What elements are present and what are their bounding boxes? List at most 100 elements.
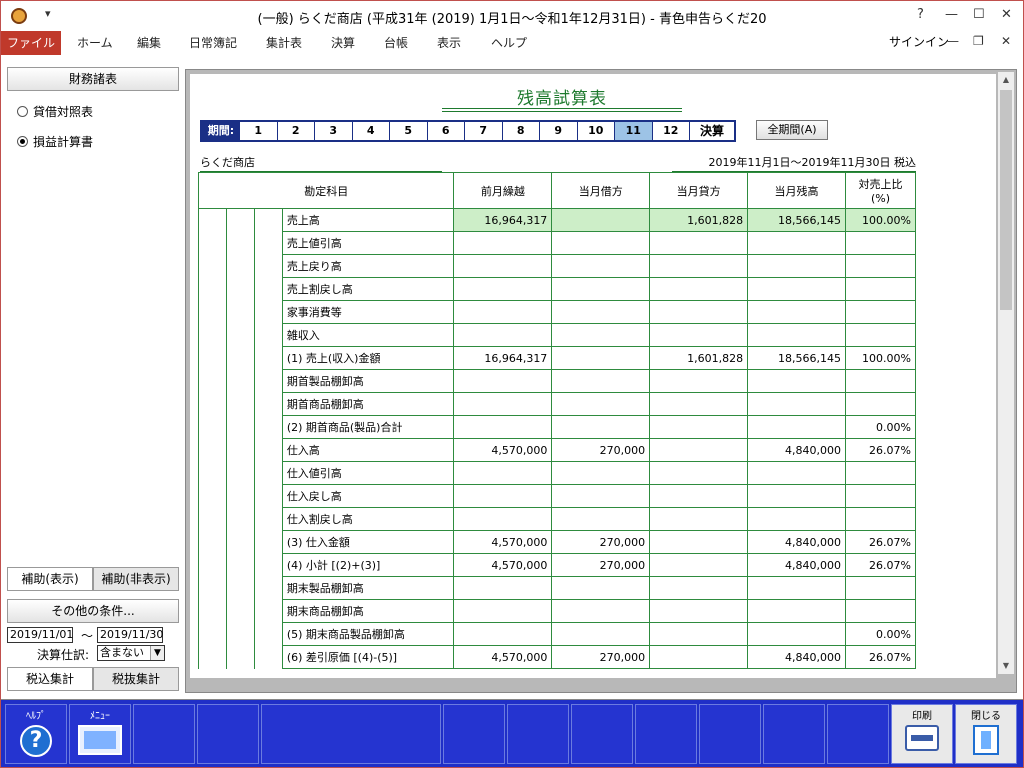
date-to-input[interactable]: 2019/11/30 bbox=[97, 627, 163, 643]
date-from-input[interactable]: 2019/11/01 bbox=[7, 627, 73, 643]
function-key-6[interactable] bbox=[443, 704, 505, 764]
restore-button[interactable]: ❐ bbox=[973, 34, 984, 48]
table-row[interactable]: 売上割戻し高 bbox=[198, 277, 917, 301]
table-row[interactable]: 仕入値引高 bbox=[198, 461, 917, 485]
menu-file[interactable]: ファイル bbox=[1, 31, 61, 55]
help-button[interactable]: ﾍﾙﾌﾟ ? bbox=[5, 704, 67, 764]
close-window-button[interactable]: 閉じる bbox=[955, 704, 1017, 764]
scroll-thumb[interactable] bbox=[1000, 90, 1012, 310]
menu-edit[interactable]: 編集 bbox=[137, 31, 161, 55]
vertical-scrollbar[interactable]: ▲ ▼ bbox=[998, 72, 1014, 674]
menu-settlement[interactable]: 決算 bbox=[331, 31, 355, 55]
table-row[interactable]: 仕入高 4,570,000 270,000 4,840,000 26.07% bbox=[198, 438, 917, 462]
tab-sub-hide[interactable]: 補助(非表示) bbox=[93, 567, 179, 591]
table-row[interactable]: (4) 小計 [(2)+(3)] 4,570,000 270,000 4,840,00… bbox=[198, 553, 917, 577]
chevron-down-icon[interactable]: ▼ bbox=[150, 646, 164, 660]
ribbon-minimize-button[interactable]: — bbox=[947, 34, 959, 48]
tree-indent bbox=[253, 254, 283, 278]
menu-bar: ファイル ホーム 編集 日常簿記 集計表 決算 台帳 表示 ヘルプ サインイン … bbox=[1, 31, 1023, 55]
menu-help[interactable]: ヘルプ bbox=[491, 31, 527, 55]
period-2[interactable]: 2 bbox=[278, 122, 315, 140]
company-name: らくだ商店 bbox=[200, 154, 442, 172]
table-row[interactable]: (2) 期首商品(製品)合計 0.00% bbox=[198, 415, 917, 439]
tree-indent bbox=[253, 392, 283, 416]
menu-button[interactable]: ﾒﾆｭｰ bbox=[69, 704, 131, 764]
table-row[interactable]: 期首製品棚卸高 bbox=[198, 369, 917, 393]
table-row[interactable]: 仕入戻し高 bbox=[198, 484, 917, 508]
table-row[interactable]: 雑収入 bbox=[198, 323, 917, 347]
table-row[interactable]: (5) 期末商品製品棚卸高 0.00% bbox=[198, 622, 917, 646]
function-key-9[interactable] bbox=[635, 704, 697, 764]
scroll-up-icon[interactable]: ▲ bbox=[998, 72, 1014, 88]
table-row[interactable]: 期末商品棚卸高 bbox=[198, 599, 917, 623]
table-row[interactable]: 家事消費等 bbox=[198, 300, 917, 324]
cell-ratio: 26.07% bbox=[844, 553, 917, 577]
menu-reports[interactable]: 集計表 bbox=[266, 31, 302, 55]
tax-inclusive-button[interactable]: 税込集計 bbox=[7, 667, 93, 691]
period-6[interactable]: 6 bbox=[428, 122, 465, 140]
menu-daily-bookkeeping[interactable]: 日常簿記 bbox=[189, 31, 237, 55]
period-11[interactable]: 11 bbox=[615, 122, 653, 140]
table-row[interactable]: 期末製品棚卸高 bbox=[198, 576, 917, 600]
maximize-button[interactable]: ☐ bbox=[973, 7, 985, 22]
period-10[interactable]: 10 bbox=[578, 122, 615, 140]
settlement-entries-select[interactable]: 含まない ▼ bbox=[97, 645, 165, 661]
function-key-10[interactable] bbox=[699, 704, 761, 764]
other-conditions-button[interactable]: その他の条件... bbox=[7, 599, 179, 623]
doc-close-button[interactable]: ✕ bbox=[1001, 34, 1011, 48]
account-name: (1) 売上(収入)金額 bbox=[281, 346, 455, 370]
period-4[interactable]: 4 bbox=[353, 122, 390, 140]
tree-indent bbox=[198, 530, 227, 554]
cell-prev: 4,570,000 bbox=[453, 553, 553, 577]
radio-income-statement[interactable]: 損益計算書 bbox=[17, 133, 93, 150]
print-button[interactable]: 印刷 bbox=[891, 704, 953, 764]
cell-prev bbox=[453, 599, 553, 623]
table-row[interactable]: 売上値引高 bbox=[198, 231, 917, 255]
tax-exclusive-button[interactable]: 税抜集計 bbox=[93, 667, 179, 691]
function-key-8[interactable] bbox=[571, 704, 633, 764]
period-12[interactable]: 12 bbox=[653, 122, 690, 140]
tree-indent bbox=[253, 438, 283, 462]
all-period-button[interactable]: 全期間(A) bbox=[756, 120, 828, 140]
menu-ledger[interactable]: 台帳 bbox=[384, 31, 408, 55]
minimize-button[interactable]: — bbox=[945, 7, 958, 22]
col-account: 勘定科目 bbox=[197, 172, 455, 209]
cell-balance bbox=[747, 576, 846, 600]
tree-indent bbox=[225, 254, 255, 278]
tab-sub-show[interactable]: 補助(表示) bbox=[7, 567, 93, 591]
table-row[interactable]: 売上戻り高 bbox=[198, 254, 917, 278]
table-row[interactable]: (1) 売上(収入)金額 16,964,317 1,601,828 18,566,14… bbox=[198, 346, 917, 370]
left-panel: 財務諸表 貸借対照表 損益計算書 補助(表示) 補助(非表示) その他の条件..… bbox=[3, 61, 183, 695]
table-row[interactable]: 仕入割戻し高 bbox=[198, 507, 917, 531]
period-5[interactable]: 5 bbox=[390, 122, 428, 140]
tree-indent bbox=[198, 323, 227, 347]
table-row[interactable]: 売上高 16,964,317 1,601,828 18,566,145 100.00% bbox=[198, 208, 917, 232]
help-icon[interactable]: ? bbox=[917, 7, 924, 22]
table-row[interactable]: (3) 仕入金額 4,570,000 270,000 4,840,000 26.07% bbox=[198, 530, 917, 554]
signin-link[interactable]: サインイン bbox=[889, 33, 949, 50]
period-8[interactable]: 8 bbox=[503, 122, 540, 140]
function-key-3[interactable] bbox=[133, 704, 195, 764]
function-key-12[interactable] bbox=[827, 704, 889, 764]
table-row[interactable]: 期首商品棚卸高 bbox=[198, 392, 917, 416]
cell-balance bbox=[747, 507, 846, 531]
menu-home[interactable]: ホーム bbox=[77, 31, 113, 55]
period-1[interactable]: 1 bbox=[240, 122, 278, 140]
function-key-5[interactable] bbox=[261, 704, 441, 764]
scroll-down-icon[interactable]: ▼ bbox=[998, 658, 1014, 674]
period-9[interactable]: 9 bbox=[540, 122, 578, 140]
cell-ratio bbox=[844, 369, 917, 393]
function-key-11[interactable] bbox=[763, 704, 825, 764]
tree-indent bbox=[225, 553, 255, 577]
function-key-bar: ﾍﾙﾌﾟ ? ﾒﾆｭｰ 印刷 閉じる bbox=[1, 699, 1023, 767]
close-button[interactable]: ✕ bbox=[1001, 7, 1012, 22]
function-key-4[interactable] bbox=[197, 704, 259, 764]
table-row[interactable]: (6) 差引原価 [(4)-(5)] 4,570,000 270,000 4,840,… bbox=[198, 645, 917, 669]
radio-label: 貸借対照表 bbox=[33, 105, 94, 119]
period-settlement[interactable]: 決算 bbox=[690, 122, 734, 140]
period-7[interactable]: 7 bbox=[465, 122, 503, 140]
radio-balance-sheet[interactable]: 貸借対照表 bbox=[17, 103, 93, 120]
menu-view[interactable]: 表示 bbox=[437, 31, 461, 55]
function-key-7[interactable] bbox=[507, 704, 569, 764]
period-3[interactable]: 3 bbox=[315, 122, 353, 140]
